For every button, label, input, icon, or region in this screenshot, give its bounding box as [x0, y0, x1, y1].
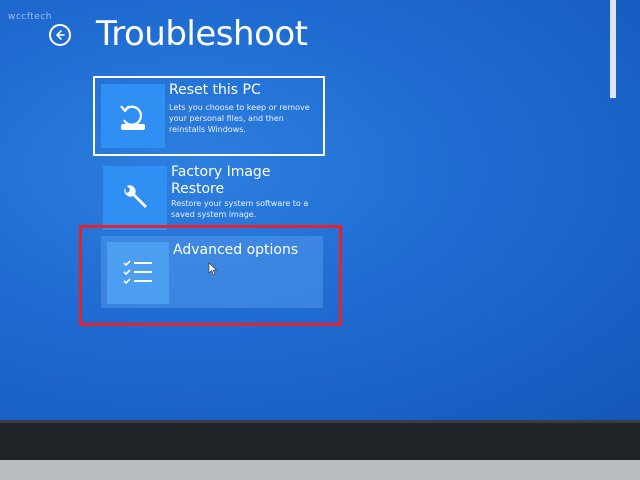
scrollbar[interactable]	[610, 0, 616, 98]
wrench-icon	[124, 185, 147, 208]
back-button[interactable]	[49, 24, 71, 46]
mouse-cursor-icon	[208, 262, 218, 276]
bezel-edge	[0, 420, 640, 423]
reset-icon	[120, 105, 145, 130]
option-tile	[101, 84, 165, 148]
back-arrow-icon	[56, 30, 65, 40]
option-description: Lets you choose to keep or remove your p…	[169, 103, 310, 134]
option-tile	[107, 242, 169, 304]
checklist-icon	[123, 260, 152, 285]
monitor-frame: wccftech Troubleshoot Reset this PC Lets…	[0, 0, 640, 480]
option-tile	[103, 166, 167, 230]
option-description: Restore your system software to a saved …	[171, 199, 309, 219]
bezel-bottom	[0, 460, 640, 480]
option-factory-image-restore[interactable]: Factory Image Restore Restore your syste…	[97, 160, 329, 230]
option-reset-this-pc[interactable]: Reset this PC Lets you choose to keep or…	[93, 76, 325, 156]
watermark: wccftech	[8, 12, 52, 22]
option-title: Reset this PC	[169, 82, 261, 98]
page-title: Troubleshoot	[96, 14, 308, 54]
option-title: Advanced options	[173, 242, 299, 258]
option-title: Factory Image Restore	[171, 164, 271, 197]
screen: wccftech Troubleshoot Reset this PC Lets…	[0, 0, 640, 420]
